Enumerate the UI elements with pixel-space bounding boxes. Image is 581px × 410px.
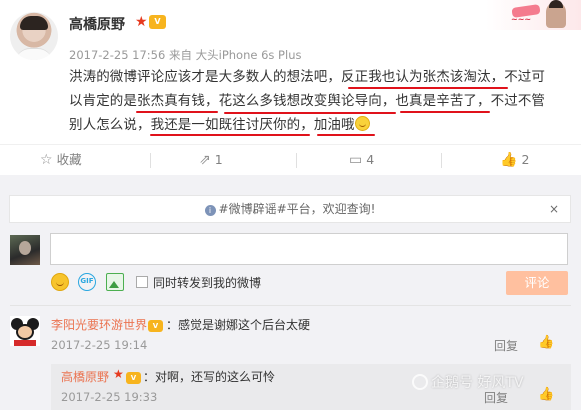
poster-avatar[interactable] (10, 12, 58, 60)
text-segment-underlined: 张杰真有钱 (137, 93, 205, 109)
comment-input[interactable] (50, 233, 568, 265)
annotation-underline (136, 111, 218, 113)
favorite-button[interactable]: ☆ 收藏 (40, 145, 82, 175)
text-segment: ，不过不管 (477, 93, 546, 109)
current-user-avatar[interactable] (10, 235, 40, 265)
smile-emoji-icon (354, 116, 370, 131)
divider (10, 305, 571, 306)
text-segment: 以肯定的是 (69, 93, 137, 109)
repost-icon: ⇗ (199, 152, 211, 168)
annotation-underline (317, 134, 375, 136)
text-segment: 洪涛的微博评论应该才是大多数人的想法吧， (69, 69, 341, 85)
verified-star-icon: ★ (135, 14, 148, 30)
avatar-face (16, 324, 34, 340)
poster-name[interactable]: 高橋原野 (69, 14, 125, 34)
repost-checkbox-label: 同时转发到我的微博 (153, 276, 262, 290)
watermark-text: 企鹅号 好风TV (431, 375, 524, 391)
vip-badge-icon[interactable]: V (149, 15, 166, 29)
promo-banner-image[interactable]: ~~~ (486, 0, 581, 30)
text-segment-underlined: 加油哦 (313, 117, 355, 133)
favorite-label: 收藏 (56, 152, 82, 167)
avatar-hair (20, 16, 48, 30)
annotation-underline (400, 111, 490, 113)
comment-like-button[interactable]: 👍 (538, 387, 554, 402)
post-meta: 2017-2-25 17:56 来自 大头iPhone 6s Plus (69, 48, 302, 62)
vip-badge-icon[interactable]: V (148, 316, 163, 332)
star-outline-icon: ☆ (40, 152, 53, 168)
commenter-avatar[interactable] (10, 316, 40, 346)
comment-time: 2017-2-25 19:33 (61, 390, 158, 404)
like-button[interactable]: 👍 2 (500, 145, 529, 175)
repost-checkbox[interactable] (136, 276, 148, 288)
comment-text: ：感觉是谢娜这个后台太硬 (166, 318, 311, 332)
repost-button[interactable]: ⇗ 1 (199, 145, 223, 175)
post-actions-bar: ☆ 收藏 ⇗ 1 ▭ 4 👍 2 (0, 144, 581, 174)
annotation-underline (224, 112, 396, 114)
reply-button[interactable]: 回复 (494, 337, 518, 354)
verified-star-icon: ★ (113, 367, 124, 381)
weibo-post: 高橋原野 ★ V ~~~ 2017-2-25 17:56 来自 大头iPhone… (0, 0, 581, 178)
emoji-icon[interactable] (51, 273, 69, 291)
text-segment-underlined: 我还是一如既往讨厌你的 (150, 117, 301, 133)
comment-count: 4 (366, 152, 375, 167)
thumbs-up-icon: 👍 (538, 387, 555, 402)
post-line-2: 以肯定的是张杰真有钱，花这么多钱想改变舆论导向，也真是辛苦了，不过不管 (69, 89, 569, 113)
info-icon: i (204, 205, 216, 216)
comment-like-button[interactable]: 👍 (538, 335, 554, 350)
annotation-underline (348, 87, 508, 89)
banner-script: ~~~ (511, 15, 532, 24)
comment-icon: ▭ (349, 152, 363, 168)
text-segment: 别人怎么说， (69, 117, 151, 133)
thumbs-up-icon: 👍 (500, 152, 518, 168)
text-segment-underlined: 也真是辛苦了 (395, 93, 478, 109)
image-icon[interactable] (106, 273, 124, 291)
text-segment: ， (300, 117, 314, 133)
watermark: 企鹅号 好风TV (412, 372, 524, 392)
post-body: 洪涛的微博评论应该才是大多数人的想法吧，反正我也认为张杰该淘汰，不过可 以肯定的… (69, 65, 569, 137)
text-segment-underlined: 反正我也认为张杰该淘汰 (341, 69, 491, 85)
close-icon[interactable]: × (549, 196, 559, 222)
gif-icon[interactable]: GIF (78, 273, 96, 291)
text-segment: ， (205, 93, 219, 109)
comment-button[interactable]: ▭ 4 (349, 145, 374, 175)
text-segment: ，不过可 (490, 69, 546, 85)
thumbs-up-icon: 👍 (538, 335, 555, 350)
notice-text: #微博辟谣#平台，欢迎查询! (218, 202, 376, 216)
comment-time: 2017-2-25 19:14 (51, 338, 148, 352)
penguin-logo-icon (412, 374, 428, 390)
comment-text: ：对啊，还写的这么可怜 (143, 370, 276, 384)
text-segment-underlined: 花这么多钱想改变舆论导向 (218, 93, 382, 109)
banner-figure-hair (549, 0, 563, 8)
repost-count: 1 (214, 152, 223, 167)
vip-badge-icon[interactable]: V (126, 368, 141, 384)
rumor-notice[interactable]: i #微博辟谣#平台，欢迎查询! × (9, 195, 571, 223)
comment-user-name[interactable]: 高橋原野 (61, 368, 109, 385)
like-count: 2 (521, 152, 530, 167)
avatar-shirt (16, 48, 52, 60)
text-segment: ， (381, 93, 396, 109)
avatar-shirt (14, 340, 36, 346)
annotation-underline (150, 134, 310, 136)
divider (296, 153, 297, 168)
comment-submit-button[interactable]: 评论 (506, 271, 568, 295)
divider (441, 153, 442, 168)
divider (150, 153, 151, 168)
post-line-1: 洪涛的微博评论应该才是大多数人的想法吧，反正我也认为张杰该淘汰，不过可 (69, 65, 569, 89)
comment-user-name[interactable]: 李阳光要环游世界 (51, 316, 147, 333)
